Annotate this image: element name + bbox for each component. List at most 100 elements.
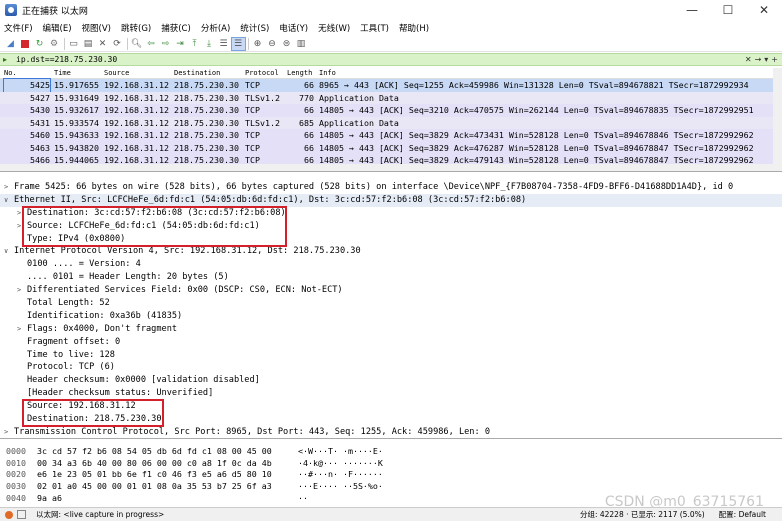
collapsed-arrow-icon[interactable]: >	[17, 284, 21, 297]
toolbar-separator	[248, 37, 249, 50]
clear-filter-icon[interactable]: ✕	[745, 55, 752, 64]
bytes-row[interactable]: 0020 e6 1e 23 05 01 bb 6e f1 c0 46 f3 e5 …	[0, 469, 782, 481]
column-protocol[interactable]: Protocol	[245, 69, 279, 77]
profile-label[interactable]: 配置: Default	[719, 509, 766, 520]
packet-list-scrollbar[interactable]	[773, 68, 782, 171]
menu-edit[interactable]: 编辑(E)	[43, 22, 72, 34]
packet-time: 15.933574	[54, 117, 99, 128]
edit-comment-icon[interactable]	[17, 510, 26, 519]
resize-columns-icon[interactable]: ▥	[295, 38, 308, 50]
detail-line[interactable]: .... 0101 = Header Length: 20 bytes (5)	[0, 271, 782, 284]
column-length[interactable]: Length	[287, 69, 312, 77]
expanded-arrow-icon[interactable]: ∨	[4, 194, 8, 207]
collapsed-arrow-icon[interactable]: >	[4, 426, 8, 438]
capture-status-icon[interactable]	[5, 510, 13, 519]
bytes-hex: 00 34 a3 6b 40 00 80 06 00 00 c0 a8 1f 0…	[37, 457, 272, 468]
packet-list-hscrollbar[interactable]	[0, 164, 773, 171]
stop-capture-icon[interactable]	[19, 38, 32, 50]
title-bar: 正在捕获 以太网 — ☐ ✕	[0, 0, 782, 20]
detail-line[interactable]: > Differentiated Services Field: 0x00 (DS…	[0, 284, 782, 297]
detail-line[interactable]: Time to live: 128	[0, 349, 782, 362]
bookmark-icon[interactable]: ▸	[3, 55, 13, 65]
bytes-offset: 0020	[6, 469, 26, 480]
zoom-out-icon[interactable]: ⊖	[266, 38, 279, 50]
column-no[interactable]: No.	[4, 69, 17, 77]
detail-line[interactable]: > Frame 5425: 66 bytes on wire (528 bits)…	[0, 181, 782, 194]
packet-row[interactable]: 5427 15.931649 192.168.31.12 218.75.230.30 T…	[0, 91, 782, 104]
column-source[interactable]: Source	[104, 69, 129, 77]
packet-row[interactable]: 5463 15.943820 192.168.31.12 218.75.230.30 T…	[0, 141, 782, 154]
bytes-hex: 9a a6	[37, 492, 62, 503]
go-forward-icon[interactable]: ⇨	[159, 38, 172, 50]
zoom-in-icon[interactable]: ⊕	[251, 38, 264, 50]
autoscroll-icon[interactable]: ☰	[217, 38, 230, 50]
menu-telephony[interactable]: 电话(Y)	[279, 22, 308, 34]
packet-no: 5460	[30, 130, 50, 140]
collapsed-arrow-icon[interactable]: >	[17, 207, 21, 220]
packet-source: 192.168.31.12	[104, 117, 169, 128]
packet-row[interactable]: 5430 15.932617 192.168.31.12 218.75.230.30 T…	[0, 104, 782, 117]
highlight-box-ethernet	[22, 206, 287, 247]
packet-row[interactable]: 5460 15.943633 192.168.31.12 218.75.230.30 T…	[0, 129, 782, 142]
menu-statistics[interactable]: 统计(S)	[240, 22, 269, 34]
collapsed-arrow-icon[interactable]: >	[17, 220, 21, 233]
go-to-packet-icon[interactable]: ⇥	[174, 38, 187, 50]
find-packet-icon[interactable]: 🔍︎	[130, 38, 143, 50]
display-filter-input[interactable]: ip.dst==218.75.230.30	[16, 55, 745, 64]
first-packet-icon[interactable]: ⤒	[188, 38, 201, 50]
close-file-icon[interactable]: ✕	[96, 38, 109, 50]
last-packet-icon[interactable]: ⤓	[203, 38, 216, 50]
column-time[interactable]: Time	[54, 69, 71, 77]
save-file-icon[interactable]: ▤	[82, 38, 95, 50]
bytes-ascii: ··#···n· ·F······	[298, 469, 383, 480]
packet-protocol: TCP	[245, 130, 260, 140]
column-info[interactable]: Info	[319, 69, 336, 77]
colorize-icon[interactable]: ☰	[230, 36, 246, 51]
menu-analyze[interactable]: 分析(A)	[201, 22, 230, 34]
restart-capture-icon[interactable]: ↻	[33, 38, 46, 50]
menu-wireless[interactable]: 无线(W)	[318, 22, 350, 34]
expanded-arrow-icon[interactable]: ∨	[4, 245, 8, 258]
detail-line[interactable]: Identification: 0xa36b (41835)	[0, 310, 782, 323]
collapsed-arrow-icon[interactable]: >	[4, 181, 8, 194]
menu-help[interactable]: 帮助(H)	[399, 22, 429, 34]
start-capture-icon[interactable]: ◢	[4, 38, 17, 50]
maximize-button[interactable]: ☐	[710, 0, 746, 20]
apply-filter-icon[interactable]: →	[755, 55, 762, 64]
bytes-offset: 0000	[6, 446, 26, 456]
bytes-row[interactable]: 0010 00 34 a3 6b 40 00 80 06 00 00 c0 a8 …	[0, 458, 782, 470]
packet-destination: 218.75.230.30	[174, 105, 239, 115]
packet-list: No. Time Source Destination Protocol Len…	[0, 68, 782, 172]
bytes-row[interactable]: 0000 3c cd 57 f2 b6 08 54 05 db 6d fd c1 …	[0, 446, 782, 458]
minimize-button[interactable]: —	[674, 0, 710, 20]
collapsed-arrow-icon[interactable]: >	[17, 323, 21, 336]
detail-line[interactable]: Total Length: 52	[0, 297, 782, 310]
detail-line[interactable]: ∨ Internet Protocol Version 4, Src: 192.1…	[0, 245, 782, 258]
detail-line[interactable]: > Flags: 0x4000, Don't fragment	[0, 323, 782, 336]
menu-view[interactable]: 视图(V)	[82, 22, 111, 34]
packet-row[interactable]: 5431 15.933574 192.168.31.12 218.75.230.30 T…	[0, 116, 782, 129]
menu-go[interactable]: 跳转(G)	[121, 22, 151, 34]
detail-line[interactable]: Protocol: TCP (6)	[0, 361, 782, 374]
detail-line[interactable]: Fragment offset: 0	[0, 336, 782, 349]
zoom-reset-icon[interactable]: ⊜	[280, 38, 293, 50]
packet-row[interactable]: 5425 15.917655 192.168.31.12 218.75.230.30 T…	[0, 78, 782, 93]
menu-file[interactable]: 文件(F)	[4, 22, 33, 34]
capture-options-icon[interactable]: ⚙	[48, 38, 61, 50]
bytes-row[interactable]: 0030 02 01 a0 45 00 00 01 01 08 0a 35 53 …	[0, 481, 782, 493]
go-back-icon[interactable]: ⇦	[145, 38, 158, 50]
reload-file-icon[interactable]: ⟳	[111, 38, 124, 50]
detail-line[interactable]: ∨ Ethernet II, Src: LCFCHeFe_6d:fd:c1 (54…	[0, 193, 782, 207]
detail-line[interactable]: > Transmission Control Protocol, Src Port…	[0, 426, 782, 438]
filter-dropdown-icon[interactable]: ▾	[764, 55, 768, 64]
open-file-icon[interactable]: ▭	[67, 38, 80, 50]
close-button[interactable]: ✕	[746, 0, 782, 20]
menu-tools[interactable]: 工具(T)	[360, 22, 389, 34]
detail-line[interactable]: 0100 .... = Version: 4	[0, 258, 782, 271]
add-filter-icon[interactable]: +	[771, 55, 778, 64]
packet-time: 15.943820	[54, 142, 99, 153]
detail-line[interactable]: Header checksum: 0x0000 [validation disa…	[0, 374, 782, 387]
column-destination[interactable]: Destination	[174, 69, 220, 77]
window-controls: — ☐ ✕	[674, 0, 782, 20]
menu-capture[interactable]: 捕获(C)	[161, 22, 191, 34]
